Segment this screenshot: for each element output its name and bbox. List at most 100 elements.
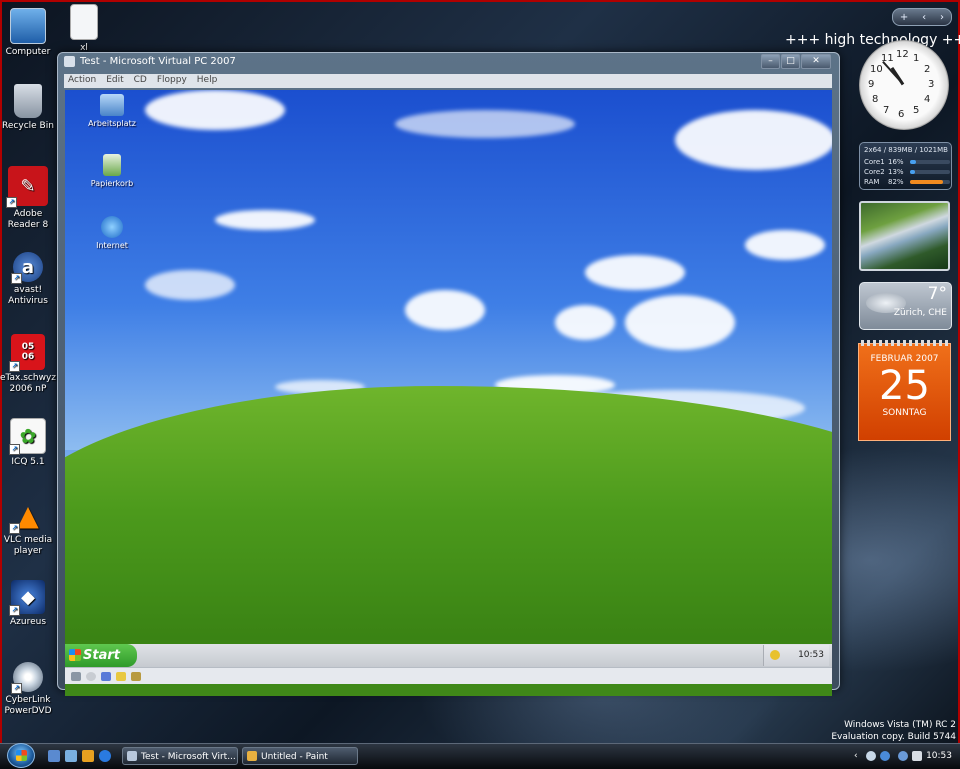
guest-icon-arbeitsplatz[interactable]: Arbeitsplatz <box>81 94 143 128</box>
shared-folder-icon[interactable] <box>116 671 126 681</box>
clock-number: 5 <box>913 104 920 116</box>
menu-action[interactable]: Action <box>64 74 102 88</box>
desktop-icon-label: avast! Antivirus <box>8 285 48 306</box>
guest-icon-label: Arbeitsplatz <box>88 119 136 128</box>
computer-icon <box>10 8 46 44</box>
desktop-icon-computer[interactable]: Computer <box>0 8 56 58</box>
security-shield-icon[interactable] <box>770 650 780 660</box>
desktop-icon-avast[interactable]: a ↗ avast! Antivirus <box>0 252 56 307</box>
guest-icon-papierkorb[interactable]: Papierkorb <box>81 154 143 188</box>
taskbar-button-virtual-pc[interactable]: Test - Microsoft Virt... <box>122 747 238 765</box>
vista-watermark: Windows Vista (TM) RC 2 Evaluation copy.… <box>831 719 956 743</box>
desktop-icon-label: ICQ 5.1 <box>11 457 45 467</box>
virtual-pc-window[interactable]: Test - Microsoft Virtual PC 2007 – □ ✕ A… <box>57 52 840 696</box>
desktop-icon-etax[interactable]: 05 06 ↗ eTax.schwyz 2006 nP <box>0 334 56 395</box>
sidebar-add-button[interactable]: + <box>900 12 908 23</box>
cpu-meter-gadget[interactable]: 2x64 / 839MB / 1021MB Core1 16% Core2 13… <box>859 142 952 190</box>
clock-number: 7 <box>883 104 890 116</box>
calendar-weekday: SONNTAG <box>882 408 927 418</box>
maximize-button[interactable]: □ <box>781 54 800 69</box>
clock-number: 1 <box>913 53 920 65</box>
clock-number: 3 <box>928 79 935 90</box>
close-button[interactable]: ✕ <box>801 54 831 69</box>
taskbar-clock[interactable]: 10:53 <box>926 744 952 768</box>
slideshow-gadget[interactable] <box>859 201 950 271</box>
shortcut-arrow-icon: ↗ <box>9 444 20 455</box>
calendar-gadget[interactable]: FEBRUAR 2007 25 SONNTAG <box>858 340 951 441</box>
vpc-status-bar <box>65 667 832 684</box>
sync-icon[interactable] <box>880 751 890 761</box>
wallpaper-cloud <box>405 290 485 330</box>
weather-temperature: 7° <box>927 284 947 304</box>
show-desktop-icon[interactable] <box>48 750 60 762</box>
clock-number: 2 <box>923 64 931 75</box>
taskbar-button-paint[interactable]: Untitled - Paint <box>242 747 358 765</box>
cpu-row-value: 13% <box>888 167 904 176</box>
guest-icon-internet[interactable]: Internet <box>81 216 143 250</box>
watermark-line-1: Windows Vista (TM) RC 2 <box>844 720 956 730</box>
desktop-icon-label: eTax.schwyz 2006 nP <box>0 373 56 394</box>
connection-icon[interactable] <box>898 751 908 761</box>
desktop-icon-vlc[interactable]: ▲ ↗ VLC media player <box>0 498 56 557</box>
network-icon[interactable] <box>866 751 876 761</box>
window-title: Test - Microsoft Virtual PC 2007 <box>80 56 236 67</box>
desktop-icon-recycle-bin[interactable]: Recycle Bin <box>0 84 56 132</box>
sidebar-controls[interactable]: + ‹ › <box>892 8 952 26</box>
cpu-row-name: Core1 <box>864 157 885 166</box>
etax-badge-bottom: 06 <box>21 352 35 362</box>
shortcut-arrow-icon: ↗ <box>11 683 22 694</box>
virtual-pc-icon <box>64 56 75 67</box>
cpu-row-name: RAM <box>864 177 880 186</box>
guest-start-button[interactable]: Start <box>65 644 137 667</box>
internet-explorer-icon[interactable] <box>99 750 111 762</box>
desktop-icon-powerdvd[interactable]: ↗ CyberLink PowerDVD <box>0 662 56 717</box>
start-orb-button[interactable] <box>7 743 35 768</box>
minimize-button[interactable]: – <box>761 54 780 69</box>
clock-number: 12 <box>896 49 909 60</box>
desktop-icon-label: CyberLink PowerDVD <box>4 695 52 716</box>
hard-disk-icon[interactable] <box>71 671 81 681</box>
volume-icon[interactable] <box>912 751 922 761</box>
menu-edit[interactable]: Edit <box>102 74 129 88</box>
sidebar-prev-button[interactable]: ‹ <box>922 12 926 23</box>
guest-xp-taskbar <box>65 644 832 667</box>
cd-drive-icon[interactable] <box>86 671 96 681</box>
system-tray: ‹ 10:53 <box>852 744 960 768</box>
tray-expand-icon[interactable]: ‹ <box>854 744 858 768</box>
menu-help[interactable]: Help <box>193 74 224 88</box>
menu-floppy[interactable]: Floppy <box>153 74 193 88</box>
window-titlebar[interactable]: Test - Microsoft Virtual PC 2007 – □ ✕ <box>58 53 837 71</box>
sidebar-next-button[interactable]: › <box>940 12 944 23</box>
desktop-icon-icq[interactable]: ✿ ↗ ICQ 5.1 <box>0 418 56 468</box>
virtual-pc-icon <box>127 751 137 761</box>
wallpaper-cloud <box>145 90 285 130</box>
desktop-icon-azureus[interactable]: ◆ ↗ Azureus <box>0 580 56 628</box>
wallpaper-cloud <box>215 210 315 230</box>
floppy-icon[interactable] <box>101 671 111 681</box>
adobe-reader-icon: ✎ ↗ <box>6 166 48 208</box>
etax-icon: 05 06 ↗ <box>9 334 45 372</box>
weather-gadget[interactable]: 7° Zürich, CHE <box>859 282 952 330</box>
media-player-icon[interactable] <box>82 750 94 762</box>
desktop-icon-file[interactable]: xl <box>62 4 106 54</box>
guest-xp-desktop[interactable]: Arbeitsplatz Papierkorb Internet <box>65 90 832 696</box>
clock-number: 8 <box>872 94 879 105</box>
guest-icon-label: Papierkorb <box>90 179 134 188</box>
network-icon[interactable] <box>131 671 141 681</box>
icq-flower-icon: ✿ ↗ <box>9 418 46 455</box>
core1-bar <box>910 159 950 164</box>
clock-number: 10 <box>870 64 883 75</box>
menu-cd[interactable]: CD <box>130 74 153 88</box>
menu-bar: Action Edit CD Floppy Help <box>64 74 832 88</box>
switch-windows-icon[interactable] <box>65 750 77 762</box>
desktop-icon-adobe-reader[interactable]: ✎ ↗ Adobe Reader 8 <box>0 166 56 231</box>
shortcut-arrow-icon: ↗ <box>6 197 17 208</box>
clock-number: 9 <box>868 79 875 90</box>
taskbar-button-label: Untitled - Paint <box>261 752 328 762</box>
my-computer-icon <box>100 94 124 116</box>
clock-number: 6 <box>898 109 905 120</box>
azureus-frog-icon: ◆ ↗ <box>9 580 45 616</box>
clock-gadget[interactable]: 12 1 2 3 4 5 6 7 8 9 10 11 <box>859 40 949 130</box>
guest-system-tray[interactable]: 10:53 <box>763 645 829 666</box>
guest-icon-label: Internet <box>96 241 128 250</box>
